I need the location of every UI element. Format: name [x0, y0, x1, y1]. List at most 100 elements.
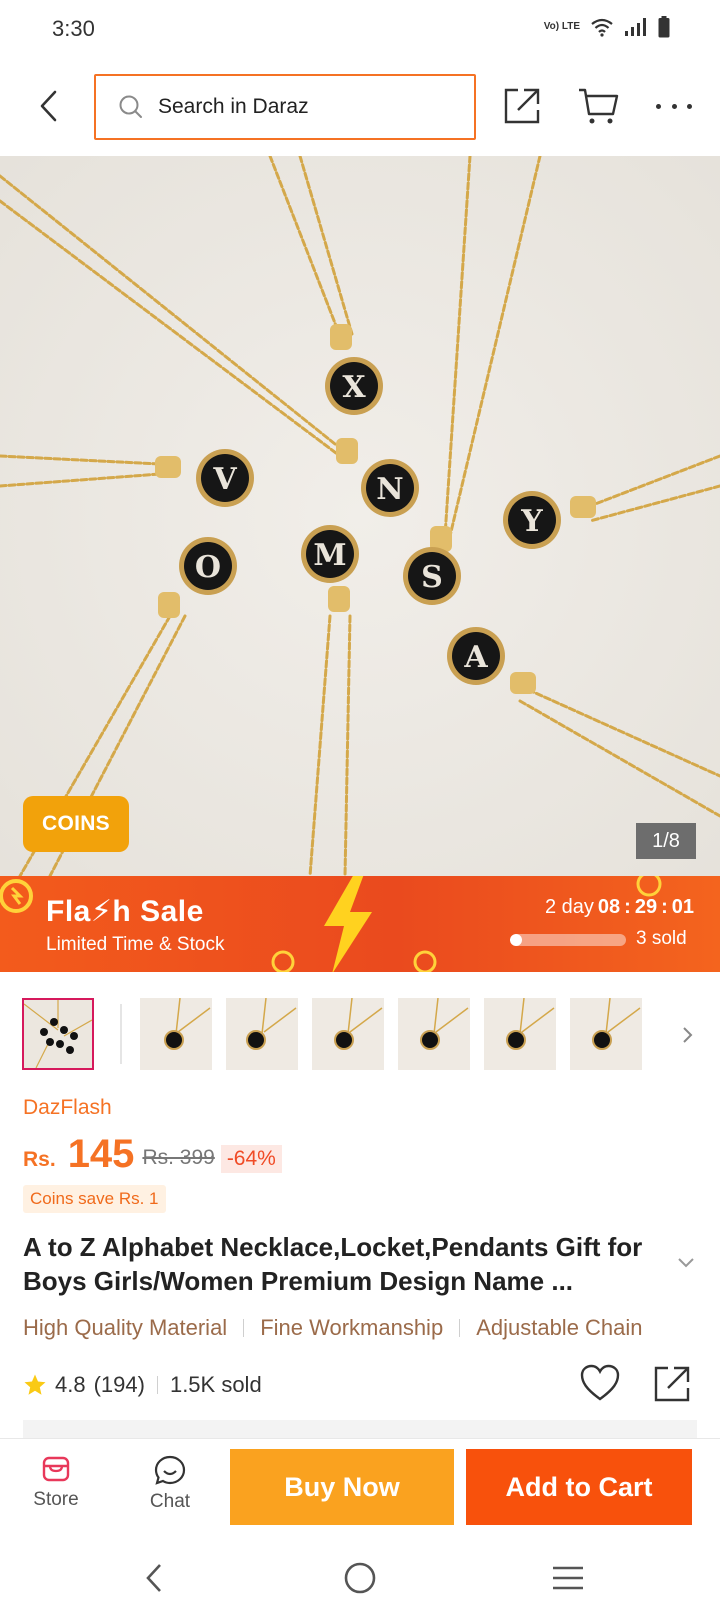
thumbnail-image — [24, 1000, 92, 1068]
system-menu-button[interactable] — [546, 1556, 590, 1600]
thumbnail-1[interactable] — [22, 998, 94, 1070]
thumbnail-divider — [120, 1004, 122, 1064]
sold-progress-bar — [510, 934, 626, 946]
status-time: 3:30 — [52, 16, 95, 41]
store-button[interactable]: Store — [16, 1455, 96, 1511]
coins-save-badge: Coins save Rs. 1 — [23, 1185, 166, 1213]
system-home-button[interactable] — [338, 1556, 382, 1600]
rating-value: 4.8 — [55, 1372, 86, 1397]
countdown-minutes: 29 — [634, 896, 658, 918]
thumbnail-image — [398, 998, 470, 1070]
chat-icon — [154, 1455, 186, 1485]
store-label: Store — [33, 1489, 79, 1510]
pendant-letter-n: N — [376, 472, 403, 507]
pendant-letter-m: M — [313, 538, 346, 573]
pendant-letter-a: A — [463, 640, 488, 675]
system-navigation-bar — [0, 1544, 720, 1612]
heart-icon — [580, 1364, 620, 1401]
countdown-hours: 08 — [597, 896, 621, 918]
feature-tags: High Quality Material Fine Workmanship A… — [23, 1312, 720, 1344]
wishlist-button[interactable] — [580, 1364, 620, 1402]
buy-now-button[interactable]: Buy Now — [230, 1449, 454, 1525]
product-title[interactable]: A to Z Alphabet Necklace,Locket,Pendants… — [23, 1230, 673, 1298]
status-bar: 3:30 Vo) LTE — [0, 0, 720, 60]
section-divider — [23, 1420, 697, 1440]
battery-icon — [658, 16, 670, 38]
share-icon — [654, 1366, 690, 1402]
coins-badge: COINS — [23, 796, 129, 852]
feature-tag: Fine Workmanship — [260, 1315, 444, 1340]
signal-icon — [625, 18, 646, 36]
thumbnail-3[interactable] — [226, 998, 298, 1070]
thumbnail-image — [226, 998, 298, 1070]
countdown-days: 2 day — [544, 896, 594, 918]
thumbnail-image — [570, 998, 642, 1070]
system-back-button[interactable] — [132, 1556, 176, 1600]
feature-tag: High Quality Material — [23, 1315, 228, 1340]
pendant-letter-x: X — [342, 370, 366, 405]
product-image[interactable]: X N V Y O M S A COINS 1/8 — [0, 156, 720, 876]
store-icon — [42, 1456, 70, 1482]
thumbnail-strip — [0, 998, 720, 1076]
action-bar: Store Chat Buy Now Add to Cart — [0, 1438, 720, 1544]
star-icon — [24, 1374, 46, 1395]
cart-button[interactable] — [577, 86, 621, 126]
price-currency: Rs. — [23, 1148, 56, 1171]
back-icon — [146, 1564, 161, 1592]
alarm-clock-icon — [0, 879, 33, 913]
add-to-cart-button[interactable]: Add to Cart — [466, 1449, 692, 1525]
thumbnail-5[interactable] — [398, 998, 470, 1070]
search-input[interactable]: Search in Daraz — [94, 74, 476, 140]
rating-row[interactable]: 4.8 (194) 1.5K sold — [23, 1368, 262, 1402]
menu-icon — [553, 1566, 583, 1590]
discount-badge: -64% — [220, 1145, 282, 1173]
network-label: Vo) LTE — [543, 21, 580, 32]
thumbnail-7[interactable] — [570, 998, 642, 1070]
sold-progress-fill — [510, 934, 522, 946]
wifi-icon — [591, 18, 613, 37]
status-icons: Vo) LTE — [544, 16, 670, 38]
chevron-down-icon[interactable] — [676, 1256, 696, 1270]
pendant-letter-s: S — [421, 560, 443, 595]
flash-sold-count: 3 sold — [636, 928, 687, 949]
flash-sale-banner[interactable]: Fla⚡h Sale Limited Time & Stock 2 day 08… — [0, 876, 720, 972]
home-circle-icon — [344, 1562, 376, 1594]
thumbnail-image — [484, 998, 556, 1070]
brand-name[interactable]: DazFlash — [23, 1096, 112, 1120]
top-bar: Search in Daraz — [0, 62, 720, 154]
flash-countdown: 2 day 08 : 29 : 01 — [544, 896, 694, 918]
flash-sale-subtitle: Limited Time & Stock — [46, 934, 225, 955]
share-product-button[interactable] — [652, 1364, 692, 1404]
thumbnail-4[interactable] — [312, 998, 384, 1070]
alarm-clock-icon — [413, 950, 437, 972]
share-icon — [504, 88, 540, 124]
pendant-letter-y: Y — [520, 504, 543, 539]
chevron-right-icon — [683, 1027, 693, 1043]
necklace-photo: X N V Y O M S A — [0, 156, 720, 876]
thumbnail-image — [312, 998, 384, 1070]
sold-count: 1.5K sold — [169, 1372, 262, 1397]
pendant-letter-o: O — [195, 550, 221, 585]
flash-sale-title: Fla⚡h Sale — [46, 895, 204, 928]
thumbnail-2[interactable] — [140, 998, 212, 1070]
chat-button[interactable]: Chat — [130, 1455, 210, 1513]
pendant-letter-v: V — [212, 462, 237, 497]
price-value: 145 — [67, 1132, 135, 1176]
price-row: Rs. 145 Rs. 399 -64% — [23, 1126, 282, 1176]
lightning-icon — [324, 876, 372, 972]
thumbnail-6[interactable] — [484, 998, 556, 1070]
more-icon[interactable] — [656, 92, 692, 120]
alarm-clock-icon — [271, 950, 295, 972]
original-price: Rs. 399 — [142, 1146, 215, 1169]
back-button[interactable] — [28, 84, 68, 128]
image-counter: 1/8 — [636, 823, 696, 859]
thumbnail-image — [140, 998, 212, 1070]
share-button[interactable] — [502, 86, 542, 126]
countdown-seconds: 01 — [671, 896, 694, 918]
rating-count: (194) — [93, 1372, 145, 1397]
cart-icon — [579, 88, 619, 124]
thumbnails-next-button[interactable] — [678, 1020, 698, 1050]
feature-tag: Adjustable Chain — [476, 1315, 643, 1340]
back-icon — [40, 90, 57, 122]
search-placeholder: Search in Daraz — [158, 95, 309, 118]
